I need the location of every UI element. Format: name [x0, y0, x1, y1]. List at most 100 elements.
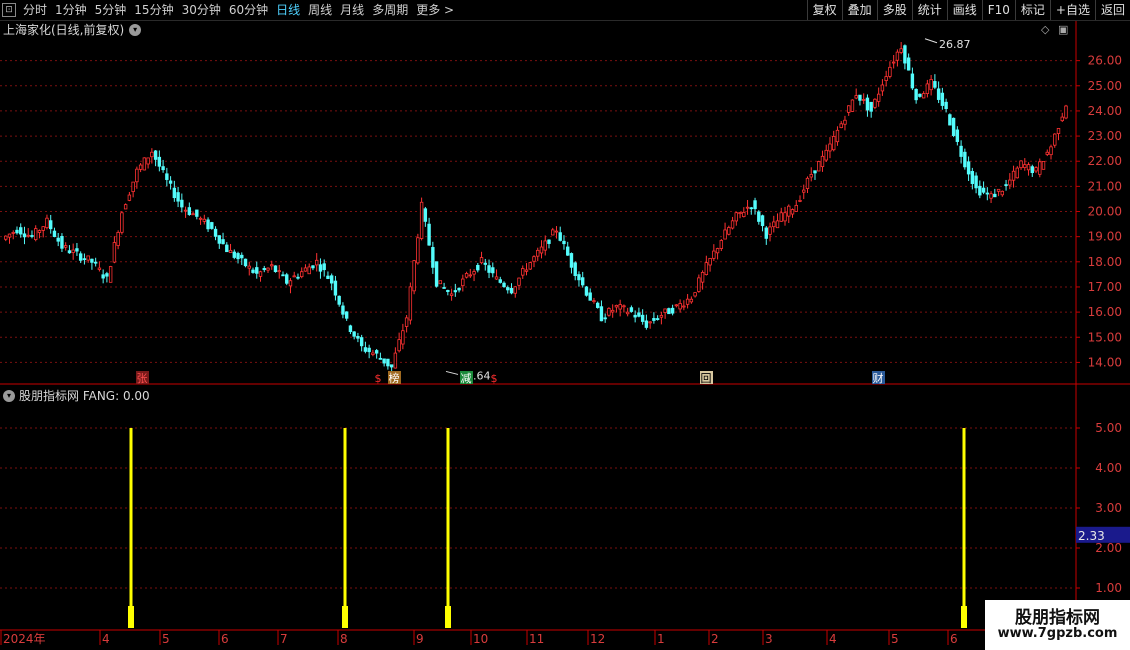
- signal-bar: [343, 428, 347, 628]
- time-tick-label: 10: [473, 632, 488, 646]
- candle-body: [921, 93, 926, 99]
- time-tick-label: 12: [590, 632, 605, 646]
- time-tick-label: 8: [340, 632, 348, 646]
- candle-body: [217, 235, 221, 244]
- candle-body: [543, 240, 547, 251]
- candle-body: [528, 262, 532, 270]
- chevron-down-icon[interactable]: ▾: [129, 23, 142, 36]
- signal-base: [961, 606, 967, 628]
- time-tick-label: 4: [102, 632, 110, 646]
- candle-body: [180, 199, 184, 208]
- stock-chart[interactable]: 14.0015.0016.0017.0018.0019.0020.0021.00…: [0, 0, 1130, 650]
- candle-body: [41, 226, 45, 231]
- candle-body: [93, 261, 98, 264]
- price-tick-label: 20.00: [1088, 205, 1122, 219]
- candle-body: [135, 168, 139, 183]
- candle-body: [993, 193, 997, 198]
- candle-body: [700, 272, 705, 283]
- high-price-label: 26.87: [939, 38, 971, 51]
- signal-bar: [129, 428, 133, 628]
- candle-body: [622, 305, 626, 308]
- candle-body: [498, 279, 502, 283]
- time-tick-label: 9: [416, 632, 424, 646]
- candle-body: [262, 268, 266, 271]
- candle-body: [146, 157, 150, 165]
- candle-body: [689, 298, 694, 303]
- event-marker-label: 张: [137, 372, 148, 385]
- candle-body: [453, 290, 458, 293]
- candle-body: [258, 271, 263, 277]
- candle-body: [880, 84, 885, 92]
- candle-body: [891, 61, 896, 64]
- candle-body: [37, 230, 42, 233]
- time-tick-label: 11: [529, 632, 544, 646]
- candle-body: [210, 222, 214, 229]
- candle-body: [165, 173, 169, 180]
- candle-body: [551, 229, 555, 236]
- time-tick-label: 5: [891, 632, 899, 646]
- candle-body: [1030, 166, 1034, 174]
- indicator-tick-label: 5.00: [1095, 421, 1122, 435]
- candle-body: [809, 174, 813, 178]
- candle-body: [1026, 164, 1031, 171]
- candle-body: [296, 276, 300, 279]
- candle-body: [730, 220, 735, 229]
- candle-body: [183, 209, 188, 212]
- candle-body: [303, 267, 308, 272]
- candle-body: [659, 315, 664, 318]
- candle-body: [798, 200, 802, 202]
- candle-body: [906, 57, 911, 71]
- candle-body: [90, 258, 94, 263]
- candle-body: [682, 305, 686, 308]
- candle-body: [607, 308, 611, 316]
- candle-body: [374, 350, 379, 354]
- main-chart-title: 上海家化(日线,前复权) ▾: [3, 21, 142, 38]
- candle-body: [547, 239, 551, 244]
- candle-body: [56, 237, 60, 242]
- candle-body: [446, 289, 450, 292]
- candle-body: [573, 262, 577, 277]
- candle-body: [978, 185, 982, 196]
- candle-body: [989, 193, 993, 199]
- candle-body: [82, 258, 87, 261]
- candle-body: [517, 277, 521, 286]
- candle-body: [419, 201, 424, 239]
- candle-body: [738, 212, 742, 215]
- candle-body: [172, 187, 177, 199]
- candle-body: [936, 88, 941, 100]
- indicator-tick-label: 3.00: [1095, 501, 1122, 515]
- candle-body: [386, 358, 390, 367]
- candle-body: [794, 204, 798, 212]
- candle-body: [524, 269, 529, 272]
- candle-body: [483, 262, 487, 265]
- candle-body: [1053, 133, 1057, 146]
- candle-body: [397, 339, 401, 352]
- candle-body: [850, 99, 855, 112]
- event-marker-label: 回: [701, 372, 712, 385]
- chevron-down-icon[interactable]: ▾: [3, 389, 15, 402]
- candle-body: [581, 277, 585, 286]
- candle-body: [719, 240, 724, 249]
- price-tick-label: 18.00: [1088, 255, 1122, 269]
- candle-body: [1034, 167, 1038, 172]
- candle-body: [457, 287, 461, 291]
- candle-body: [19, 227, 23, 235]
- candle-body: [11, 232, 15, 234]
- candle-body: [637, 312, 641, 317]
- candle-body: [356, 335, 360, 339]
- diamond-icon[interactable]: ◇: [1041, 23, 1049, 36]
- signal-base: [342, 606, 348, 628]
- watermark-url: www.7gpzb.com: [997, 626, 1118, 641]
- panel-toggle-icon[interactable]: ▣: [1058, 23, 1068, 36]
- event-marker-label: $: [375, 372, 382, 385]
- candle-body: [820, 155, 825, 168]
- time-tick-label: 6: [221, 632, 229, 646]
- candle-body: [506, 287, 510, 291]
- candle-body: [610, 309, 615, 313]
- candle-body: [835, 129, 840, 143]
- candle-body: [974, 175, 978, 189]
- candle-body: [157, 156, 162, 167]
- candle-body: [255, 267, 259, 274]
- candle-body: [903, 45, 907, 64]
- candle-body: [412, 260, 416, 292]
